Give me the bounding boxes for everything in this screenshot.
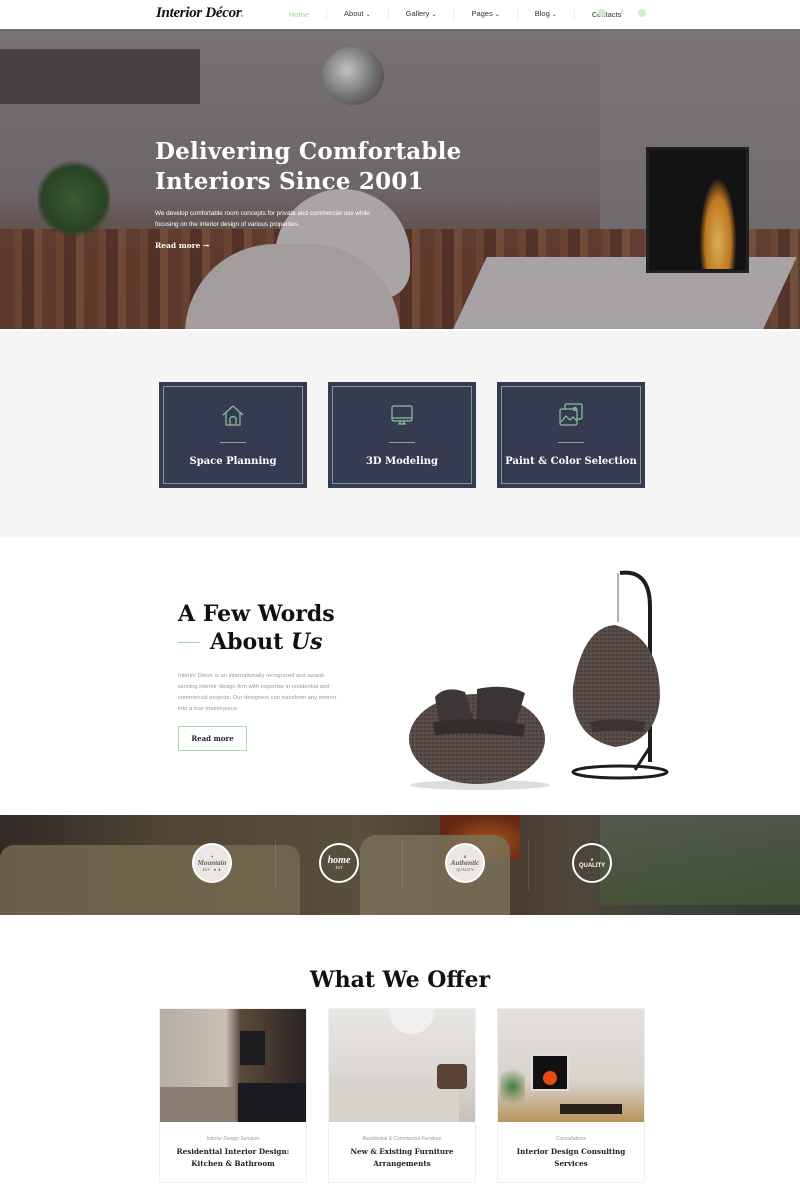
- main-nav: Home About ⌄ Gallery ⌄ Pages ⌄ Blog ⌄ Contac…: [272, 0, 638, 29]
- nav-label: Pages: [471, 9, 493, 18]
- about-title-line2: About Us: [178, 628, 335, 656]
- badge-title: Mountain: [197, 859, 227, 867]
- brand-badges-section: ✶ Mountain EST · ★ ★ home EST ♛ Authenti…: [0, 815, 800, 915]
- chevron-down-icon: ⌄: [494, 12, 500, 18]
- image-gallery-icon: [559, 403, 583, 426]
- pinterest-icon[interactable]: [638, 9, 646, 17]
- about-read-more-button[interactable]: Read more: [178, 726, 247, 751]
- offer-name[interactable]: New & Existing Furniture Arrangements: [335, 1146, 469, 1170]
- service-card-paint-color[interactable]: Paint & Color Selection: [497, 382, 645, 488]
- fireplace-room-image: [498, 1009, 644, 1122]
- card-divider: [558, 442, 584, 443]
- badge-subtitle: EST · ★ ★: [202, 867, 222, 872]
- monitor-icon: [391, 405, 413, 425]
- badge-authentic: ♛ Authentic QUALITY: [445, 843, 485, 883]
- badge-home: home EST: [319, 843, 359, 883]
- social-links: f: [598, 9, 646, 17]
- nav-home[interactable]: Home: [272, 9, 328, 20]
- accent-dash: [178, 641, 200, 643]
- nav-label: Blog: [534, 9, 550, 18]
- badge-subtitle: EST: [335, 864, 343, 870]
- band-divider: [402, 840, 403, 890]
- logo[interactable]: Interior Décor.: [156, 5, 244, 22]
- about-title: A Few Words About Us: [178, 600, 335, 656]
- offer-category: Residential & Commercial Furniture: [362, 1136, 442, 1142]
- service-label: Space Planning: [189, 456, 277, 467]
- badge-title: home: [327, 854, 351, 866]
- offer-category: Consultations: [555, 1136, 587, 1142]
- badge-title: Authentic: [450, 859, 480, 867]
- card-divider: [220, 442, 246, 443]
- chevron-down-icon: ⌄: [365, 12, 371, 18]
- hero-title-line1: Delivering Comfortable: [155, 138, 462, 165]
- badge-subtitle: QUALITY: [456, 867, 474, 872]
- band-overlay: [0, 815, 800, 915]
- about-title-plain: About: [210, 629, 284, 655]
- hero-title: Delivering Comfortable Interiors Since 2…: [155, 137, 461, 197]
- hero-section: Delivering Comfortable Interiors Since 2…: [0, 29, 800, 329]
- badge-title: QUALITY: [578, 862, 606, 869]
- bathroom-image: [160, 1009, 306, 1122]
- nav-about[interactable]: About ⌄: [327, 9, 389, 20]
- nav-label: Gallery: [405, 9, 430, 18]
- offer-card[interactable]: Consultations Interior Design Consulting…: [497, 1008, 645, 1183]
- logo-dot: .: [240, 5, 245, 21]
- nav-blog[interactable]: Blog ⌄: [518, 9, 575, 20]
- about-title-italic: Us: [290, 629, 323, 655]
- site-header: Interior Décor. Home About ⌄ Gallery ⌄ Pag…: [0, 0, 800, 29]
- card-frame: [163, 386, 303, 484]
- offer-card[interactable]: Residential & Commercial Furniture New &…: [328, 1008, 476, 1183]
- badge-mountain: ✶ Mountain EST · ★ ★: [192, 843, 232, 883]
- wicker-chairs-image: [409, 570, 669, 790]
- hero-description: We develop comfortable room concepts for…: [155, 210, 370, 228]
- service-card-space-planning[interactable]: Space Planning: [159, 382, 307, 488]
- offer-name[interactable]: Interior Design Consulting Services: [504, 1146, 638, 1170]
- services-section: Space Planning 3D Modeling Paint & Color…: [0, 329, 800, 537]
- service-label: 3D Modeling: [365, 456, 439, 467]
- house-icon: [222, 405, 244, 426]
- facebook-icon[interactable]: f: [618, 9, 626, 17]
- band-divider: [275, 840, 276, 890]
- nav-label: About: [344, 9, 364, 18]
- card-frame: [501, 386, 641, 484]
- chevron-down-icon: ⌄: [551, 12, 557, 18]
- hero-title-line2: Interiors Since 2001: [155, 168, 424, 195]
- offer-card[interactable]: Interior Design Services Residential Int…: [159, 1008, 307, 1183]
- offer-section: What We Offer Interior Design Services R…: [0, 915, 800, 1200]
- about-description: Interior Décor is an internationally rec…: [178, 673, 337, 712]
- offer-category: Interior Design Services: [206, 1136, 260, 1142]
- offer-name[interactable]: Residential Interior Design: Kitchen & B…: [166, 1146, 300, 1170]
- about-section: A Few Words About Us Interior Décor is a…: [0, 537, 800, 815]
- chevron-down-icon: ⌄: [431, 12, 437, 18]
- card-frame: [332, 386, 472, 484]
- logo-text: Interior Décor: [156, 5, 241, 21]
- nav-pages[interactable]: Pages ⌄: [454, 9, 518, 20]
- hero-read-more-link[interactable]: Read more →: [155, 241, 209, 250]
- instagram-icon[interactable]: [598, 9, 606, 17]
- badge-quality: ❦ QUALITY: [572, 843, 612, 883]
- service-card-3d-modeling[interactable]: 3D Modeling: [328, 382, 476, 488]
- service-label: Paint & Color Selection: [505, 456, 637, 467]
- nav-label: Home: [289, 9, 310, 19]
- living-room-image: [329, 1009, 475, 1122]
- nav-gallery[interactable]: Gallery ⌄: [389, 9, 455, 20]
- band-divider: [528, 840, 529, 890]
- offer-title: What We Offer: [309, 967, 491, 993]
- about-title-line1: A Few Words: [178, 601, 335, 627]
- card-divider: [389, 442, 415, 443]
